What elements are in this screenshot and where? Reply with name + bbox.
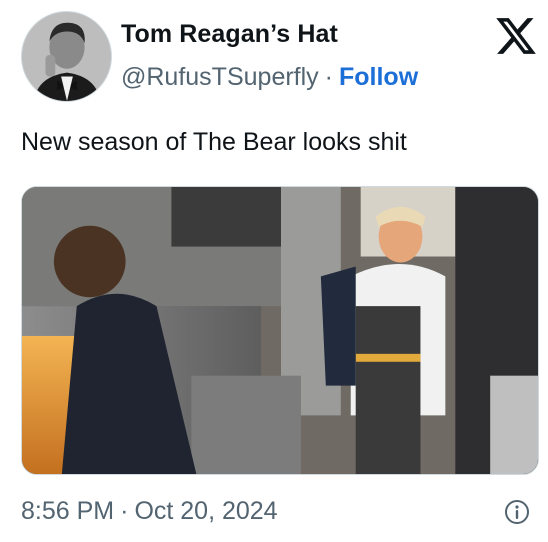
handle-separator: · (324, 63, 333, 91)
author-display-name[interactable]: Tom Reagan’s Hat (121, 20, 338, 49)
author-meta-row: @RufusTSuperfly · Follow (121, 63, 418, 92)
tweet-time: 8:56 PM (21, 497, 115, 525)
avatar-portrait (22, 12, 111, 101)
follow-button[interactable]: Follow (339, 63, 418, 91)
x-logo-icon[interactable] (494, 14, 538, 58)
avatar[interactable] (21, 11, 112, 102)
tweet-date: Oct 20, 2024 (134, 497, 278, 525)
photo-icon (22, 187, 538, 474)
tweet-media[interactable] (21, 186, 539, 475)
tweet-text: New season of The Bear looks shit (21, 128, 407, 156)
author-handle[interactable]: @RufusTSuperfly (121, 63, 319, 91)
timestamp[interactable]: 8:56 PM · Oct 20, 2024 (21, 497, 278, 526)
time-separator: · (120, 497, 129, 525)
info-icon[interactable] (504, 499, 530, 525)
